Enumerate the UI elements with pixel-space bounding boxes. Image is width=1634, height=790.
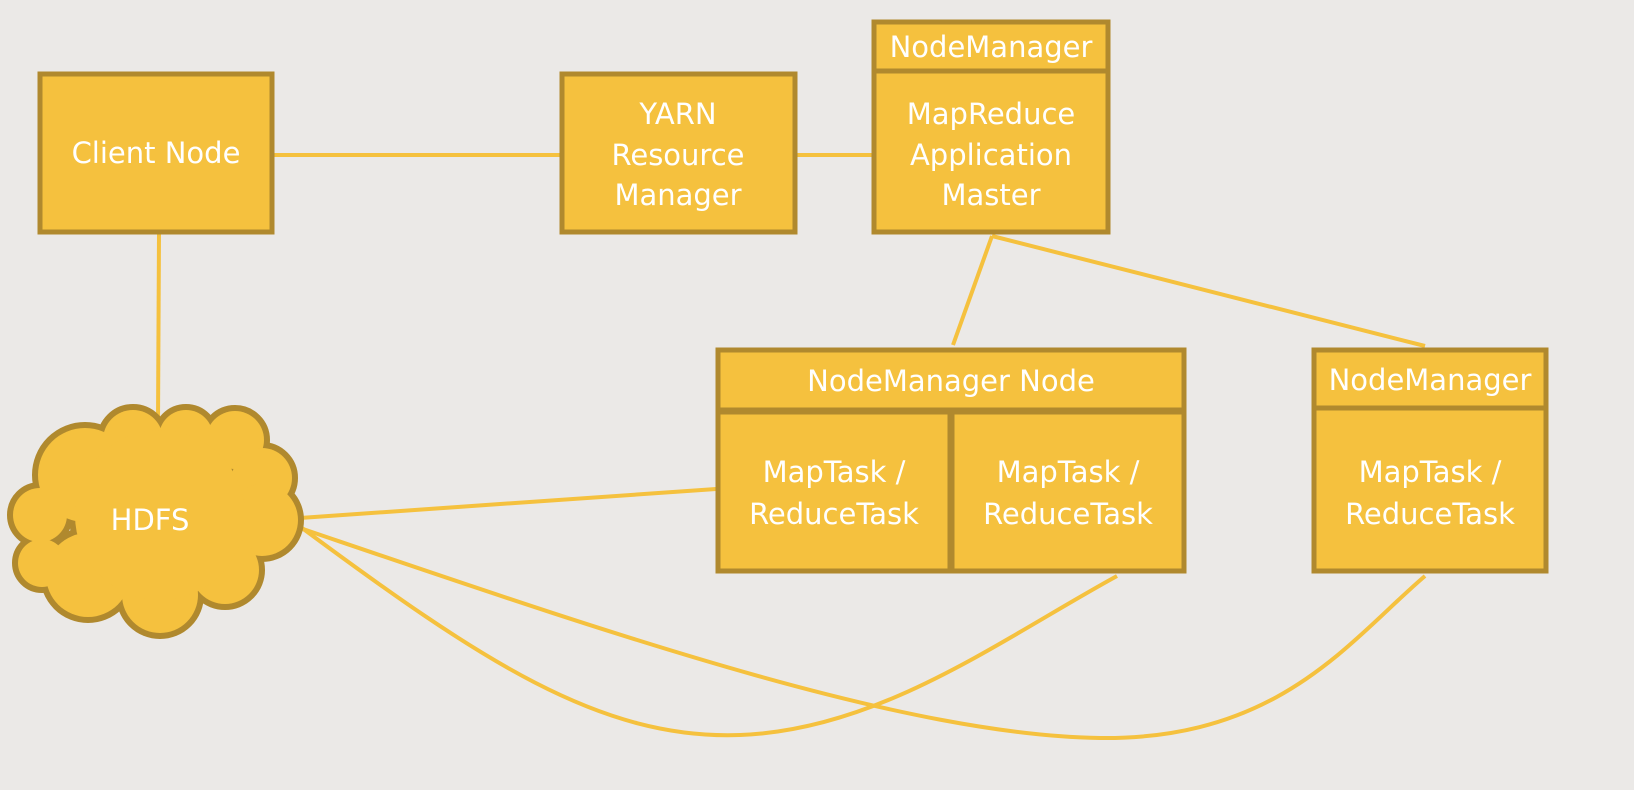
task1-box[interactable] — [715, 409, 953, 574]
am-header-label: NodeManager — [890, 30, 1093, 64]
task1-label-2: ReduceTask — [749, 497, 919, 531]
task1-label-1: MapTask / — [763, 455, 906, 489]
edge-hdfs-task1 — [299, 487, 717, 520]
nodemanager-right-group[interactable]: NodeManager MapTask / ReduceTask — [1311, 347, 1549, 574]
hdfs-cloud[interactable]: HDFS — [7, 404, 304, 639]
yarn-resource-manager[interactable]: YARN Resource Manager — [559, 71, 798, 235]
task2-label-2: ReduceTask — [983, 497, 1153, 531]
edge-client-hdfs — [156, 233, 161, 423]
client-label: Client Node — [72, 136, 241, 170]
hdfs-label: HDFS — [111, 503, 190, 537]
nodemanager-node-group[interactable]: NodeManager Node MapTask / ReduceTask Ma… — [715, 347, 1187, 574]
edge-am-nmright — [991, 234, 1426, 348]
am-label-3: Master — [941, 178, 1040, 212]
nodemanager-am-group[interactable]: NodeManager MapReduce Application Master — [871, 19, 1111, 235]
task3-label-2: ReduceTask — [1345, 497, 1515, 531]
yarn-label-2: Resource — [612, 138, 745, 172]
hadoop-diagram: HDFS Client Node YARN Resource Manager N… — [7, 19, 1549, 741]
yarn-label-1: YARN — [638, 97, 716, 131]
am-label-2: Application — [910, 138, 1072, 172]
edge-am-nmnode — [951, 235, 994, 346]
task3-label-1: MapTask / — [1359, 455, 1502, 489]
yarn-label-3: Manager — [614, 178, 741, 212]
task2-box[interactable] — [949, 409, 1187, 574]
am-label-1: MapReduce — [907, 97, 1075, 131]
nmright-header-label: NodeManager — [1329, 363, 1532, 397]
nmnode-header-label: NodeManager Node — [807, 364, 1095, 398]
client-node[interactable]: Client Node — [37, 71, 275, 235]
task2-label-1: MapTask / — [997, 455, 1140, 489]
